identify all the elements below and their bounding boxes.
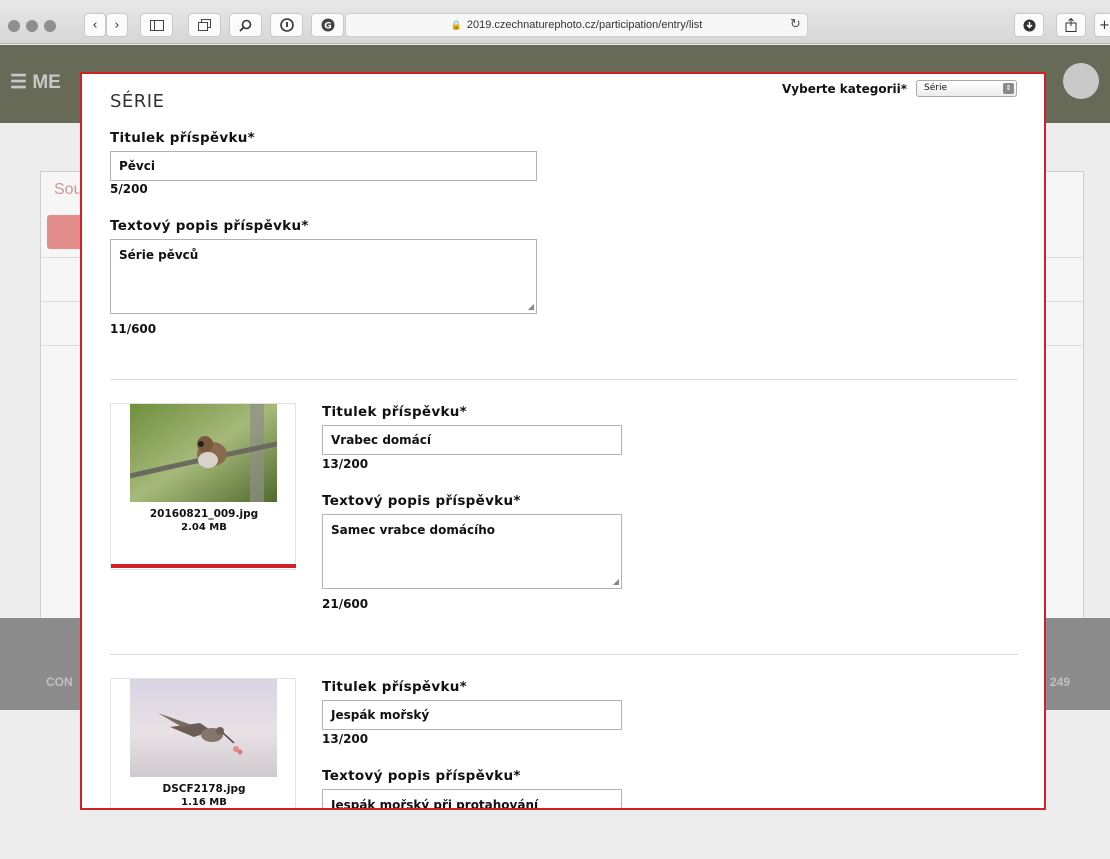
sidebar-icon [149, 19, 164, 31]
panel-title: Sou [54, 181, 83, 198]
series-title-input[interactable]: Pěvci [110, 151, 537, 181]
photo-desc-counter: 21/600 [322, 597, 369, 611]
footer-contact: CON [46, 675, 73, 689]
photo-title-counter: 13/200 [322, 732, 369, 746]
photo-title-label: Titulek příspěvku* [322, 679, 468, 695]
series-desc-counter: 11/600 [110, 322, 157, 336]
downloads-button[interactable] [1014, 13, 1044, 37]
info-circle-icon [279, 18, 294, 32]
chevron-right-icon: › [114, 17, 120, 33]
photo-title-value: Vrabec domácí [331, 433, 431, 447]
photo-filesize: 1.16 MB [181, 797, 227, 808]
url-text: 2019.czechnaturephoto.cz/participation/e… [466, 19, 703, 31]
photo-desc-value: Jespák mořský při protahování [331, 798, 539, 810]
footer-number: 249 [1050, 675, 1071, 689]
select-arrows-icon: ⇕ [1003, 83, 1014, 94]
forward-button[interactable]: › [106, 13, 128, 37]
photo-desc-label: Textový popis příspěvku* [322, 768, 521, 784]
hamburger-icon: ☰ [10, 72, 28, 93]
category-select[interactable]: Série ⇕ [916, 80, 1017, 97]
photo-filename: DSCF2178.jpg [162, 783, 246, 795]
divider [110, 654, 1018, 655]
new-tab-button[interactable]: + [1094, 13, 1110, 37]
tabs-icon [198, 19, 211, 31]
modal-heading: SÉRIE [110, 91, 165, 112]
photo-desc-textarea[interactable]: Samec vrabce domácího ◢ [322, 514, 622, 589]
series-title-label: Titulek příspěvku* [110, 130, 256, 146]
series-title-counter: 5/200 [110, 182, 148, 196]
tabs-overview-button[interactable] [188, 13, 221, 37]
series-title-value: Pěvci [119, 159, 155, 173]
sandpiper-photo-icon [130, 679, 277, 777]
share-button[interactable] [1056, 13, 1086, 37]
download-icon [1023, 19, 1035, 31]
search-icon [239, 19, 252, 32]
plus-icon: + [1099, 17, 1110, 33]
photo-title-value: Jespák mořský [331, 708, 430, 722]
share-icon [1065, 18, 1077, 32]
photo-filesize: 2.04 MB [181, 522, 227, 533]
photo-title-label: Titulek příspěvku* [322, 404, 468, 420]
search-button[interactable] [229, 13, 262, 37]
minimize-window-icon[interactable] [26, 20, 38, 32]
photo-desc-textarea[interactable]: Jespák mořský při protahování [322, 789, 622, 810]
photo-thumbnail [130, 679, 277, 777]
extension-button[interactable] [270, 13, 303, 37]
sidebar-button[interactable] [140, 13, 173, 37]
reload-icon[interactable]: ↻ [790, 17, 801, 32]
upload-progress-bar [111, 564, 296, 568]
upload-button[interactable] [47, 215, 83, 249]
photo-desc-label: Textový popis příspěvku* [322, 493, 521, 509]
back-button[interactable]: ‹ [84, 13, 106, 37]
address-bar[interactable]: 🔒 2019.czechnaturephoto.cz/participation… [345, 13, 808, 37]
category-label: Vyberte kategorii* [782, 82, 908, 96]
resize-grip-icon[interactable]: ◢ [613, 577, 619, 586]
photo-title-counter: 13/200 [322, 457, 369, 471]
series-desc-textarea[interactable]: Série pěvců ◢ [110, 239, 537, 314]
svg-text:G: G [324, 22, 331, 32]
edit-series-modal: SÉRIE Vyberte kategorii* Série ⇕ Titulek… [80, 72, 1046, 810]
menu-toggle[interactable]: ☰ ME [10, 71, 61, 94]
browser-toolbar: ‹ › G 🔒 2019.czechnaturephoto.cz/partici… [0, 0, 1110, 44]
photo-desc-value: Samec vrabce domácího [331, 523, 495, 537]
photo-card[interactable]: DSCF2178.jpg 1.16 MB [110, 678, 296, 808]
zoom-window-icon[interactable] [44, 20, 56, 32]
g-circle-icon: G [321, 18, 334, 32]
photo-title-input[interactable]: Vrabec domácí [322, 425, 622, 455]
series-desc-value: Série pěvců [119, 248, 199, 262]
user-avatar-icon[interactable] [1063, 63, 1099, 99]
menu-label: ME [32, 72, 61, 93]
sparrow-photo-icon [130, 404, 277, 502]
divider [110, 379, 1018, 380]
photo-thumbnail [130, 404, 277, 502]
photo-title-input[interactable]: Jespák mořský [322, 700, 622, 730]
lock-icon: 🔒 [450, 19, 462, 30]
series-desc-label: Textový popis příspěvku* [110, 218, 309, 234]
chevron-left-icon: ‹ [92, 17, 98, 33]
grammarly-button[interactable]: G [311, 13, 344, 37]
resize-grip-icon[interactable]: ◢ [528, 302, 534, 311]
photo-filename: 20160821_009.jpg [149, 508, 259, 520]
photo-card[interactable]: 20160821_009.jpg 2.04 MB [110, 403, 296, 570]
category-value: Série [924, 83, 947, 93]
close-window-icon[interactable] [8, 20, 20, 32]
